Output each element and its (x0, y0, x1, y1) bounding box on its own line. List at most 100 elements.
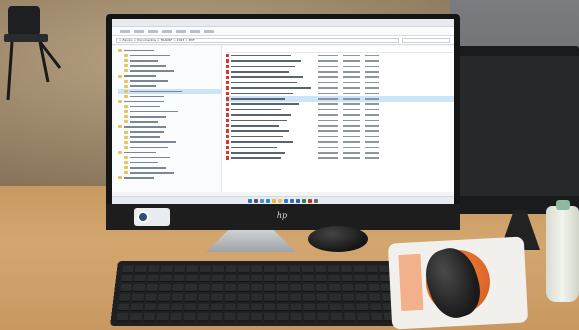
keyboard-key (264, 313, 275, 321)
file-name (231, 141, 318, 143)
keyboard-key (197, 313, 209, 321)
file-type (343, 93, 360, 95)
file-size (365, 147, 379, 149)
water-bottle (546, 206, 579, 302)
file-size (365, 71, 379, 73)
file-type (343, 120, 360, 122)
pdf-file-icon (226, 97, 229, 100)
keyboard-key (225, 265, 236, 272)
nav-item-label (130, 141, 176, 143)
folder-icon (124, 95, 128, 98)
file-date (318, 114, 338, 116)
keyboard-key (187, 265, 198, 272)
file-size (365, 98, 379, 100)
keyboard-key (132, 294, 144, 302)
nav-item[interactable] (118, 175, 221, 180)
keyboard-key (357, 313, 369, 321)
keyboard-key (370, 313, 382, 321)
folder-icon (118, 75, 122, 78)
keyboard-key (264, 265, 275, 272)
excel-icon[interactable] (302, 199, 306, 203)
file-type (343, 103, 360, 105)
keyboard-key (317, 303, 329, 311)
keyboard-key (146, 284, 158, 292)
keyboard-key (329, 284, 341, 292)
keyboard-key (303, 275, 314, 283)
keyboard-key (121, 275, 133, 283)
file-size (365, 157, 379, 159)
address-path-field[interactable]: > Equipo > Documentos > TRANSF > 2023 > … (116, 38, 399, 43)
store-icon[interactable] (290, 199, 294, 203)
file-type (343, 98, 360, 100)
keyboard-key (160, 275, 172, 283)
ribbon-button[interactable] (190, 30, 200, 33)
mousepad-strip (398, 254, 423, 311)
keyboard-key (147, 275, 159, 283)
keyboard-key (302, 265, 313, 272)
file-date (318, 147, 338, 149)
file-name (231, 109, 318, 111)
keyboard-key (238, 275, 249, 283)
keyboard-key (369, 294, 381, 302)
keyboard-key (277, 294, 288, 302)
file-size (365, 76, 379, 78)
ribbon-button[interactable] (162, 30, 172, 33)
explorer-titlebar[interactable] (112, 19, 454, 27)
file-size (365, 82, 379, 84)
folder-icon (124, 115, 128, 118)
ribbon-button[interactable] (148, 30, 158, 33)
keyboard-key (144, 303, 156, 311)
file-size (365, 130, 379, 132)
keyboard-key (148, 265, 160, 272)
file-date (318, 152, 338, 154)
word-icon[interactable] (296, 199, 300, 203)
nav-item-label (130, 65, 166, 67)
pdf-icon[interactable] (308, 199, 312, 203)
folder-icon (124, 166, 128, 169)
folder-icon (124, 141, 128, 144)
search-input[interactable] (402, 38, 450, 43)
file-name (231, 93, 318, 95)
keyboard-key (171, 303, 183, 311)
folder-icon[interactable] (278, 199, 282, 203)
keyboard-key (264, 303, 275, 311)
file-list (222, 46, 454, 192)
keyboard-key (184, 313, 196, 321)
chrome-icon[interactable] (272, 199, 276, 203)
file-size (365, 66, 379, 68)
keyboard-key (225, 284, 236, 292)
keyboard-key (158, 303, 170, 311)
file-date (318, 71, 338, 73)
ribbon-button[interactable] (176, 30, 186, 33)
nav-item-label (124, 75, 156, 77)
nav-item-label (130, 157, 170, 159)
pdf-file-icon (226, 108, 229, 111)
folder-icon (118, 176, 122, 179)
search-icon[interactable] (254, 199, 258, 203)
keyboard-key (184, 303, 196, 311)
settings-icon[interactable] (314, 199, 318, 203)
ribbon-button[interactable] (134, 30, 144, 33)
ribbon-button[interactable] (120, 30, 130, 33)
keyboard-key (173, 275, 185, 283)
file-row[interactable] (226, 155, 454, 160)
start-icon[interactable] (248, 199, 252, 203)
folder-icon (124, 64, 128, 67)
files-icon[interactable] (260, 199, 264, 203)
keyboard-key (212, 265, 223, 272)
file-name (231, 136, 318, 138)
pdf-file-icon (226, 103, 229, 106)
ribbon-button[interactable] (204, 30, 214, 33)
keyboard-key (316, 275, 327, 283)
edge-icon[interactable] (266, 199, 270, 203)
file-date (318, 93, 338, 95)
nav-item-label (130, 106, 160, 108)
mail-icon[interactable] (284, 199, 288, 203)
folder-icon (124, 69, 128, 72)
file-name (231, 125, 318, 127)
file-date (318, 141, 338, 143)
keyboard-key (198, 294, 210, 302)
keyboard-key (185, 294, 197, 302)
keyboard-key (277, 275, 288, 283)
keyboard-key (341, 265, 352, 272)
